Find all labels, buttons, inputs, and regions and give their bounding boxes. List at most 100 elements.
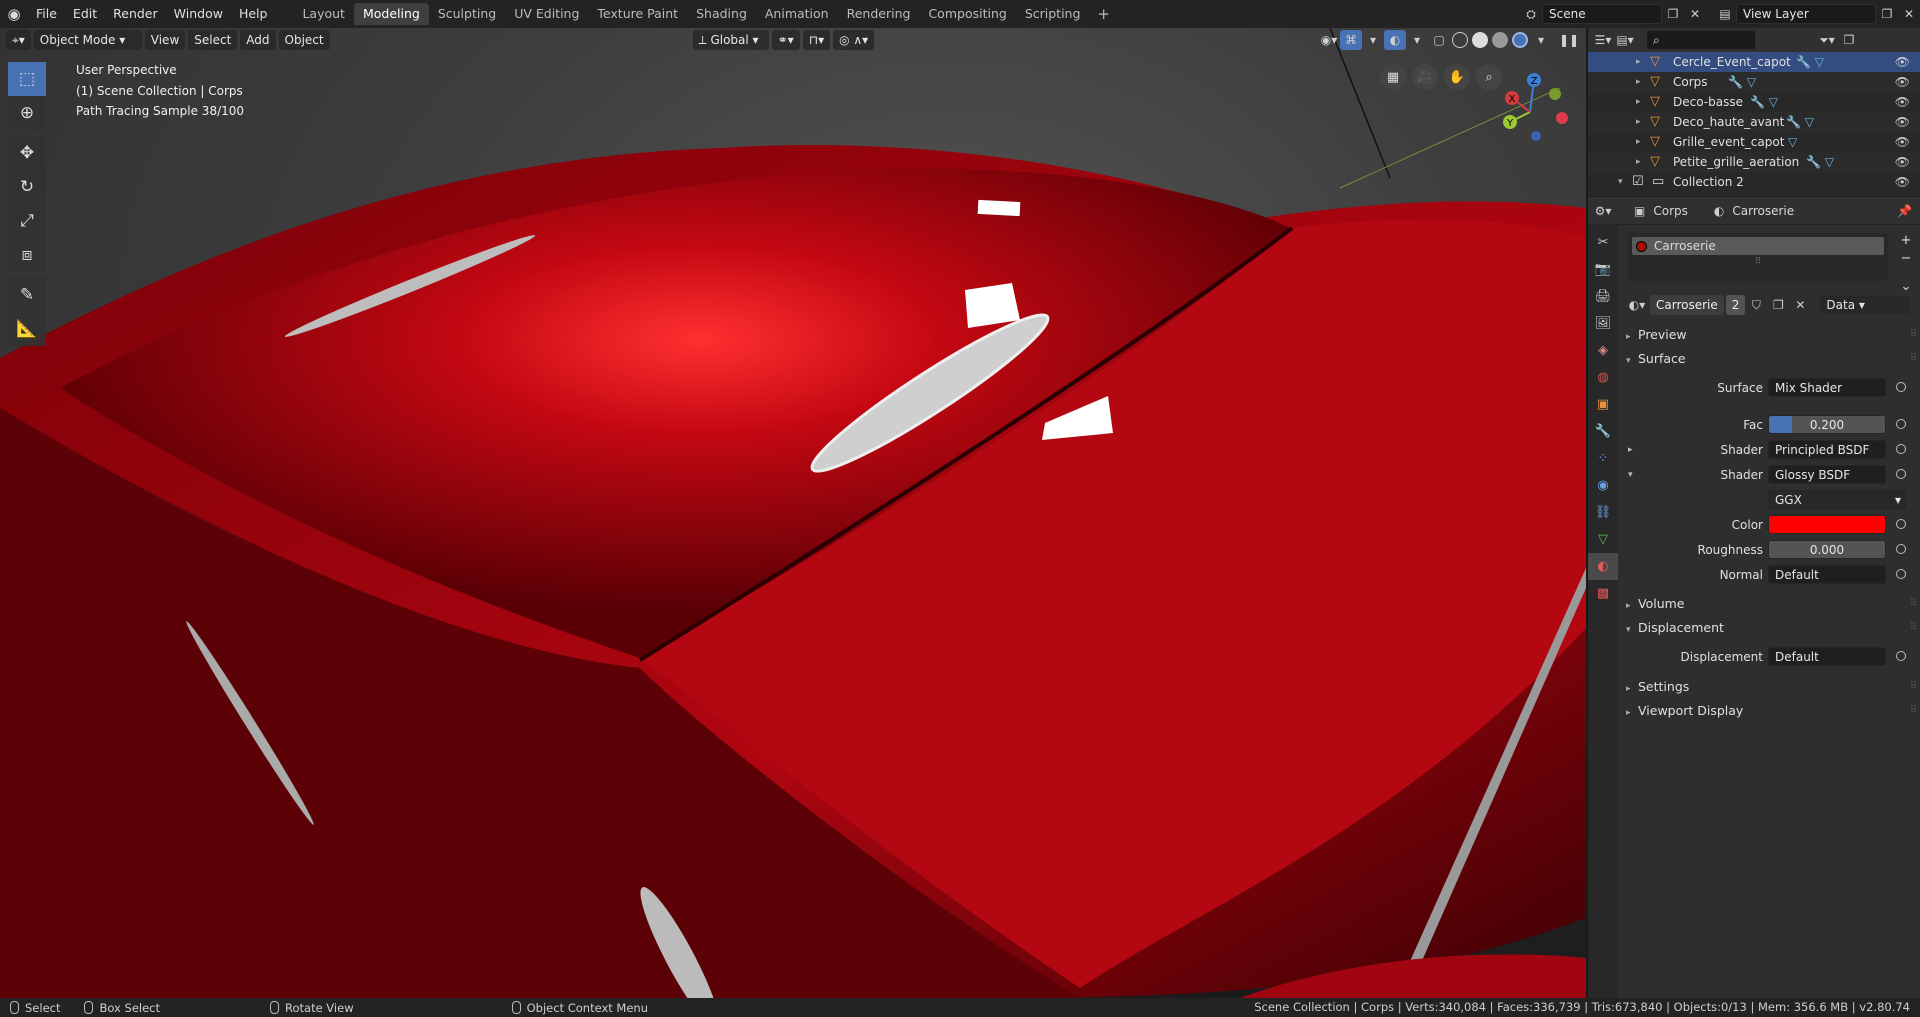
outliner-row-deco-basse[interactable]: ▸ ▽ Deco-basse 🔧 ▽ 👁 xyxy=(1588,92,1920,112)
tab-scripting[interactable]: Scripting xyxy=(1016,3,1090,25)
outliner-search-input[interactable]: ⌕ xyxy=(1646,30,1756,50)
normal-field[interactable]: Default xyxy=(1768,565,1886,584)
add-slot-icon[interactable]: + xyxy=(1897,233,1915,251)
neg-x-axis-icon[interactable] xyxy=(1556,112,1568,124)
menu-add[interactable]: Add xyxy=(240,30,276,50)
view-layer-tab-icon[interactable]: 🖼 xyxy=(1588,310,1618,337)
drag-handle-icon[interactable]: ⠿ xyxy=(1910,705,1917,716)
view-layer-icon[interactable]: ▤ xyxy=(1714,4,1736,24)
scene-icon[interactable]: ⛭ xyxy=(1520,4,1542,24)
panel-settings[interactable]: ▸ Settings xyxy=(1626,677,1689,697)
breadcrumb-object[interactable]: Corps xyxy=(1653,204,1688,218)
tab-compositing[interactable]: Compositing xyxy=(919,3,1015,25)
link-dropdown[interactable]: Data ▾ xyxy=(1819,295,1912,315)
blender-logo-icon[interactable]: ◉ xyxy=(0,0,28,28)
eye-icon[interactable]: 👁 xyxy=(1895,152,1910,172)
move-tool-icon[interactable]: ✥ xyxy=(8,136,46,170)
outliner-row-corps[interactable]: ▸ ▽ Corps 🔧 ▽ 👁 xyxy=(1588,72,1920,92)
browse-material-icon[interactable]: ◐▾ xyxy=(1626,295,1648,315)
socket-link-icon[interactable] xyxy=(1896,469,1906,479)
drag-handle-icon[interactable]: ⠿ xyxy=(1910,622,1917,633)
drag-handle-icon[interactable]: ⠿ xyxy=(1910,329,1917,340)
shader2-field[interactable]: Glossy BSDF xyxy=(1768,465,1886,484)
mesh-data-icon[interactable]: ▽ xyxy=(1788,132,1797,152)
filter-icon[interactable]: ⏷▾ xyxy=(1816,30,1838,50)
physics-tab-icon[interactable]: ◉ xyxy=(1588,472,1618,499)
data-tab-icon[interactable]: ▽ xyxy=(1588,526,1618,553)
drag-handle-icon[interactable]: ⠿ xyxy=(1910,598,1917,609)
tab-animation[interactable]: Animation xyxy=(756,3,838,25)
select-box-tool-icon[interactable]: ⬚ xyxy=(8,62,46,96)
remove-slot-icon[interactable]: − xyxy=(1897,251,1915,269)
shading-dropdown-icon[interactable]: ▾ xyxy=(1530,30,1552,50)
neg-z-axis-icon[interactable] xyxy=(1531,131,1541,141)
outliner-row-grille-event-capot[interactable]: ▸ ▽ Grille_event_capot ▽ 👁 xyxy=(1588,132,1920,152)
menu-select[interactable]: Select xyxy=(188,30,238,50)
add-workspace-icon[interactable]: + xyxy=(1089,5,1118,23)
new-view-layer-icon[interactable]: ❐ xyxy=(1876,4,1898,24)
editor-type-icon[interactable]: ⌖▾ xyxy=(6,30,31,50)
texture-tab-icon[interactable]: ▩ xyxy=(1588,580,1618,607)
material-slot[interactable]: Carroserie xyxy=(1632,237,1884,255)
outliner-row-cercle-event-capot[interactable]: ▸ ▽ Cercle_Event_capot 🔧 ▽ 👁 xyxy=(1588,52,1920,72)
menu-edit[interactable]: Edit xyxy=(65,3,105,25)
pause-render-icon[interactable]: ❚❚ xyxy=(1558,30,1580,50)
navigation-gizmo[interactable]: Z Y X xyxy=(1492,66,1572,146)
outliner-row-petite-grille-aeration[interactable]: ▸ ▽ Petite_grille_aeration 🔧 ▽ 👁 xyxy=(1588,152,1920,172)
eye-icon[interactable]: 👁 xyxy=(1895,172,1910,192)
list-resize-handle-icon[interactable]: ⠿ xyxy=(1628,257,1888,267)
pin-icon[interactable]: 📌 xyxy=(1897,204,1912,218)
outliner-row-deco-haute-avant[interactable]: ▸ ▽ Deco_haute_avant 🔧 ▽ 👁 xyxy=(1588,112,1920,132)
visibility-icon[interactable]: ◉▾ xyxy=(1318,30,1340,50)
user-count[interactable]: 2 xyxy=(1725,295,1746,315)
neg-y-axis-icon[interactable] xyxy=(1549,88,1561,100)
constraints-tab-icon[interactable]: ⛓ xyxy=(1588,499,1618,526)
duplicate-material-icon[interactable]: ❐ xyxy=(1767,295,1789,315)
modifier-icons[interactable]: 🔧 ▽ xyxy=(1806,152,1834,172)
output-tab-icon[interactable]: 🖨 xyxy=(1588,283,1618,310)
drag-handle-icon[interactable]: ⠿ xyxy=(1910,353,1917,364)
menu-help[interactable]: Help xyxy=(231,3,276,25)
socket-link-icon[interactable] xyxy=(1896,519,1906,529)
overlay-dropdown-icon[interactable]: ▾ xyxy=(1406,30,1428,50)
grid-view-icon[interactable]: ▦ xyxy=(1380,64,1406,90)
modifier-icons[interactable]: 🔧 ▽ xyxy=(1750,92,1778,112)
proportional-edit-icon[interactable]: ◎ ∧▾ xyxy=(833,30,875,50)
3d-viewport[interactable]: ⌖▾ Object Mode ▾ View Select Add Object … xyxy=(0,28,1586,998)
solid-shading-icon[interactable] xyxy=(1472,32,1488,48)
socket-link-icon[interactable] xyxy=(1896,382,1906,392)
panel-preview[interactable]: ▸ Preview xyxy=(1626,325,1687,345)
render-tab-icon[interactable]: 📷 xyxy=(1588,256,1618,283)
eye-icon[interactable]: 👁 xyxy=(1895,132,1910,152)
panel-volume[interactable]: ▸ Volume xyxy=(1626,594,1685,614)
surface-shader-field[interactable]: Mix Shader xyxy=(1768,378,1886,397)
tool-tab-icon[interactable]: ✂ xyxy=(1588,229,1618,256)
roughness-slider[interactable]: 0.000 xyxy=(1768,540,1886,559)
distribution-dropdown[interactable]: GGX ▾ xyxy=(1768,490,1906,509)
drag-handle-icon[interactable]: ⠿ xyxy=(1910,681,1917,692)
new-scene-icon[interactable]: ❐ xyxy=(1662,4,1684,24)
scene-tab-icon[interactable]: ◈ xyxy=(1588,337,1618,364)
menu-file[interactable]: File xyxy=(28,3,65,25)
socket-link-icon[interactable] xyxy=(1896,651,1906,661)
particles-tab-icon[interactable]: ⁘ xyxy=(1588,445,1618,472)
fac-slider[interactable]: 0.200 xyxy=(1768,415,1886,434)
new-collection-icon[interactable]: ❐ xyxy=(1838,30,1860,50)
view-layer-field[interactable]: View Layer xyxy=(1736,4,1876,24)
scale-tool-icon[interactable]: ⤢ xyxy=(8,204,46,238)
socket-link-icon[interactable] xyxy=(1896,419,1906,429)
rotate-tool-icon[interactable]: ↻ xyxy=(8,170,46,204)
orientation-dropdown[interactable]: ⟂ Global ▾ xyxy=(692,30,769,50)
expand-shader-icon[interactable]: ▸ xyxy=(1628,440,1633,460)
modifier-icons[interactable]: 🔧 ▽ xyxy=(1728,72,1756,92)
menu-window[interactable]: Window xyxy=(166,3,231,25)
tab-texture-paint[interactable]: Texture Paint xyxy=(588,3,687,25)
breadcrumb-material[interactable]: Carroserie xyxy=(1732,204,1794,218)
cursor-tool-icon[interactable]: ⊕ xyxy=(8,96,46,130)
camera-view-icon[interactable]: 🎥 xyxy=(1412,64,1438,90)
transform-tool-icon[interactable]: ⧈ xyxy=(8,238,46,272)
panel-displacement[interactable]: ▾ Displacement xyxy=(1626,618,1724,638)
object-tab-icon[interactable]: ▣ xyxy=(1588,391,1618,418)
menu-object[interactable]: Object xyxy=(278,30,330,50)
pan-view-icon[interactable]: ✋ xyxy=(1444,64,1470,90)
